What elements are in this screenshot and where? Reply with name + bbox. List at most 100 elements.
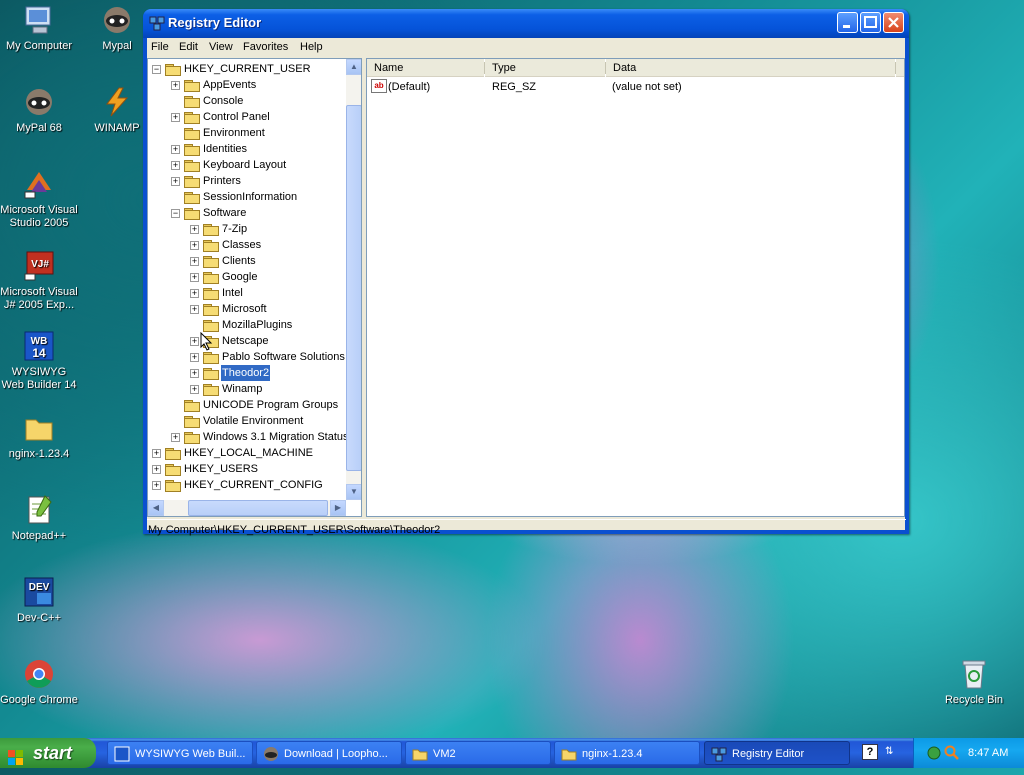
tree-item[interactable]: − HKEY_CURRENT_USER bbox=[148, 61, 346, 77]
menu-help[interactable]: Help bbox=[300, 41, 323, 53]
tree-item[interactable]: + Printers bbox=[148, 173, 346, 189]
values-list[interactable]: Name Type Data ab (Default) REG_SZ (valu… bbox=[366, 58, 905, 517]
tree-item[interactable]: Environment bbox=[148, 125, 346, 141]
expand-icon[interactable]: + bbox=[190, 257, 199, 266]
expand-icon[interactable]: + bbox=[190, 305, 199, 314]
expand-icon[interactable]: + bbox=[171, 113, 180, 122]
minimize-button[interactable] bbox=[837, 12, 858, 33]
desktop-icon-notepadpp[interactable]: Notepad++ bbox=[0, 494, 78, 543]
tree-item[interactable]: Volatile Environment bbox=[148, 413, 346, 429]
task-vm2[interactable]: VM2 bbox=[405, 741, 551, 765]
menu-favorites[interactable]: Favorites bbox=[243, 41, 288, 53]
clock[interactable]: 8:47 AM bbox=[968, 738, 1008, 768]
tree-item[interactable]: SessionInformation bbox=[148, 189, 346, 205]
scroll-up-button[interactable]: ▲ bbox=[346, 59, 361, 75]
task-download[interactable]: Download | Loopho... bbox=[256, 741, 402, 765]
tree-item[interactable]: + HKEY_USERS bbox=[148, 461, 346, 477]
tree-item[interactable]: Console bbox=[148, 93, 346, 109]
expand-icon[interactable]: + bbox=[190, 241, 199, 250]
scroll-down-button[interactable]: ▼ bbox=[346, 484, 361, 500]
maximize-button[interactable] bbox=[860, 12, 881, 33]
expand-icon[interactable]: + bbox=[171, 81, 180, 90]
folder-icon bbox=[203, 288, 219, 300]
expand-icon[interactable]: + bbox=[190, 337, 199, 346]
network-icon[interactable] bbox=[926, 745, 942, 761]
task-wysiwyg[interactable]: WYSIWYG Web Buil... bbox=[107, 741, 253, 765]
start-button[interactable]: start bbox=[0, 738, 96, 768]
expand-icon[interactable]: + bbox=[152, 481, 161, 490]
notepad-icon bbox=[23, 494, 55, 526]
title-bar[interactable]: Registry Editor bbox=[143, 9, 909, 38]
desktop-icon-mypal-68[interactable]: MyPal 68 bbox=[0, 86, 78, 135]
tree-item[interactable]: UNICODE Program Groups bbox=[148, 397, 346, 413]
scroll-thumb[interactable] bbox=[346, 105, 361, 471]
folder-icon bbox=[184, 128, 200, 140]
tree-item[interactable]: + Microsoft bbox=[148, 301, 346, 317]
tray-arrow-icon[interactable]: ⇅ bbox=[885, 744, 899, 760]
desktop-icon-recycle-bin[interactable]: Recycle Bin bbox=[935, 658, 1013, 707]
tree-item[interactable]: +7-Zip bbox=[148, 221, 346, 237]
tree-item[interactable]: + Identities bbox=[148, 141, 346, 157]
tree-vertical-scrollbar[interactable]: ▲ ▼ bbox=[346, 59, 361, 500]
collapse-icon[interactable]: − bbox=[171, 209, 180, 218]
tree-item[interactable]: + Winamp bbox=[148, 381, 346, 397]
desktop-icon-visual-studio[interactable]: Microsoft Visual Studio 2005 bbox=[0, 168, 78, 230]
column-header-type[interactable]: Type bbox=[485, 59, 605, 77]
window-client-area: File Edit View Favorites Help + HKEY_CURR… bbox=[147, 38, 906, 536]
expand-icon[interactable]: + bbox=[190, 289, 199, 298]
task-registry-editor[interactable]: Registry Editor bbox=[704, 741, 850, 765]
tree-item[interactable]: + Keyboard Layout bbox=[148, 157, 346, 173]
expand-icon[interactable]: + bbox=[190, 369, 199, 378]
tree-item-label: Console bbox=[203, 95, 244, 107]
menu-file[interactable]: File bbox=[151, 41, 169, 53]
tree-item[interactable]: + HKEY_CURRENT_CONFIG bbox=[148, 477, 346, 493]
value-data: (value not set) bbox=[612, 81, 682, 93]
expand-icon[interactable]: + bbox=[171, 177, 180, 186]
tree-item[interactable]: MozillaPlugins bbox=[148, 317, 346, 333]
desktop-icon-nginx-folder[interactable]: nginx-1.23.4 bbox=[0, 412, 78, 461]
tree-item-label: Netscape bbox=[222, 335, 269, 347]
tree-horizontal-scrollbar[interactable]: ◀ ▶ bbox=[148, 500, 346, 516]
tree-item[interactable]: + Netscape bbox=[148, 333, 346, 349]
tree-item[interactable]: − Software bbox=[148, 205, 346, 221]
tree-item[interactable]: + Clients bbox=[148, 253, 346, 269]
column-header-data[interactable]: Data bbox=[606, 59, 895, 77]
collapse-icon[interactable]: − bbox=[152, 65, 161, 74]
tree-item[interactable]: + Classes bbox=[148, 237, 346, 253]
expand-icon[interactable]: + bbox=[171, 433, 180, 442]
expand-icon[interactable]: + bbox=[190, 353, 199, 362]
tree-item[interactable]: + Control Panel bbox=[148, 109, 346, 125]
tree-item[interactable]: + Theodor2 bbox=[148, 365, 346, 381]
expand-icon[interactable]: + bbox=[152, 465, 161, 474]
scroll-left-button[interactable]: ◀ bbox=[148, 500, 164, 516]
desktop-icon-my-computer[interactable]: My Computer bbox=[0, 4, 78, 53]
tree-item[interactable]: + Google bbox=[148, 269, 346, 285]
column-header-name[interactable]: Name bbox=[367, 59, 484, 77]
desktop-icon-devcpp[interactable]: DEV Dev-C++ bbox=[0, 576, 78, 625]
task-nginx[interactable]: nginx-1.23.4 bbox=[554, 741, 700, 765]
value-name[interactable]: (Default) bbox=[388, 79, 430, 95]
expand-icon[interactable]: + bbox=[190, 225, 199, 234]
registry-tree[interactable]: + HKEY_CURRENT_CONFIG + HKEY_USERS + HKEY_LOC… bbox=[147, 58, 362, 517]
desktop-icon-wysiwyg[interactable]: WB 14 WYSIWYG Web Builder 14 bbox=[0, 330, 78, 392]
tree-item[interactable]: + Pablo Software Solutions bbox=[148, 349, 346, 365]
tree-item[interactable]: + AppEvents bbox=[148, 77, 346, 93]
expand-icon[interactable]: + bbox=[171, 145, 180, 154]
expand-icon[interactable]: + bbox=[152, 449, 161, 458]
help-icon[interactable]: ? bbox=[862, 744, 878, 760]
chrome-icon bbox=[23, 658, 55, 690]
desktop-icon-vjsharp[interactable]: VJ# Microsoft Visual J# 2005 Exp... bbox=[0, 250, 78, 312]
scroll-right-button[interactable]: ▶ bbox=[330, 500, 346, 516]
expand-icon[interactable]: + bbox=[171, 161, 180, 170]
search-icon[interactable] bbox=[944, 745, 960, 761]
tree-item[interactable]: + Intel bbox=[148, 285, 346, 301]
menu-edit[interactable]: Edit bbox=[179, 41, 198, 53]
scroll-thumb[interactable] bbox=[188, 500, 328, 516]
tree-item[interactable]: + HKEY_LOCAL_MACHINE bbox=[148, 445, 346, 461]
menu-view[interactable]: View bbox=[209, 41, 233, 53]
close-button[interactable] bbox=[883, 12, 904, 33]
tree-item[interactable]: + Windows 3.1 Migration Status bbox=[148, 429, 349, 445]
expand-icon[interactable]: + bbox=[190, 385, 199, 394]
desktop-icon-chrome[interactable]: Google Chrome bbox=[0, 658, 78, 707]
expand-icon[interactable]: + bbox=[190, 273, 199, 282]
